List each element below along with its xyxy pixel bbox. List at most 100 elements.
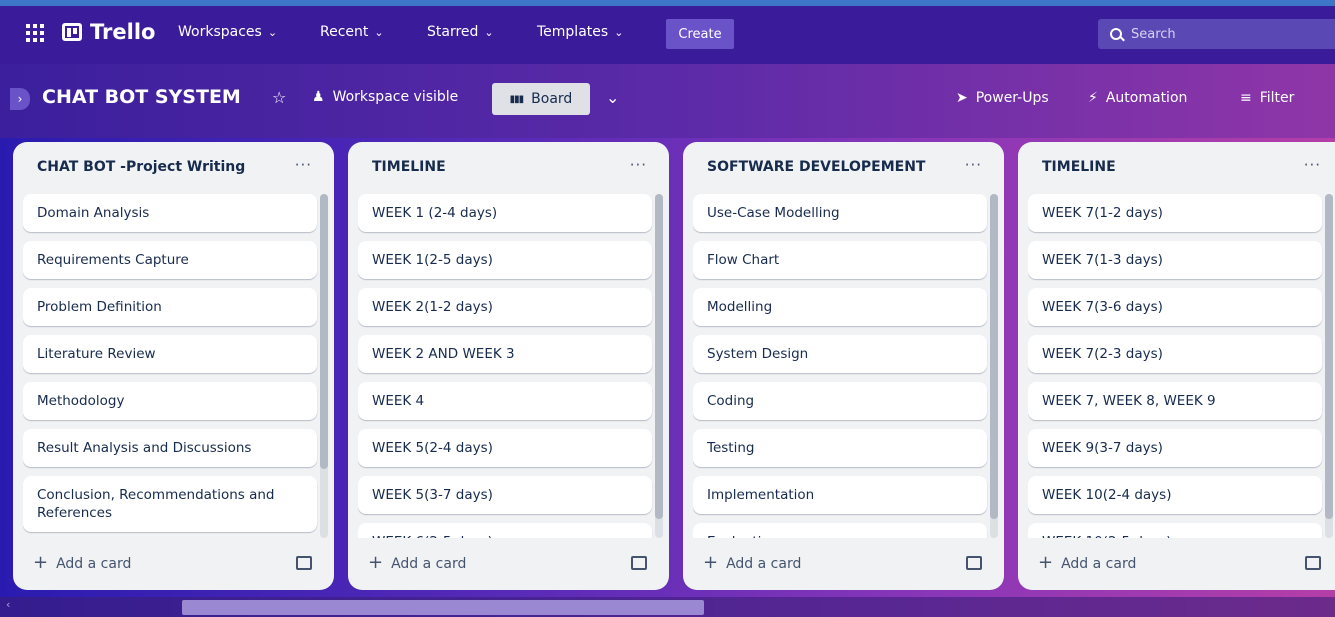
card-template-icon[interactable]	[631, 556, 647, 570]
card[interactable]: Problem Definition	[23, 288, 317, 326]
card[interactable]: Requirements Capture	[23, 241, 317, 279]
card[interactable]: Result Analysis and Discussions	[23, 429, 317, 467]
scrollbar-thumb[interactable]	[1325, 194, 1333, 519]
chevron-down-icon: ⌄	[267, 26, 278, 39]
list-scrollbar[interactable]	[655, 194, 663, 538]
card[interactable]: Testing	[693, 429, 987, 467]
add-card-label: Add a card	[56, 556, 132, 572]
board-view-label: Board	[531, 91, 573, 107]
power-ups-button[interactable]: ➤ Power-Ups	[956, 90, 1049, 106]
card[interactable]: WEEK 7(2-3 days)	[1028, 335, 1322, 373]
chevron-down-icon: ⌄	[374, 26, 384, 39]
card[interactable]: Conclusion, Recommendations and Referenc…	[23, 476, 317, 532]
people-icon: ♟	[312, 89, 325, 105]
card[interactable]: WEEK 10(2-5 days)	[1028, 523, 1322, 538]
search-placeholder: Search	[1131, 26, 1176, 42]
card-container: Domain Analysis Requirements Capture Pro…	[23, 194, 323, 538]
plus-icon: +	[703, 552, 719, 573]
plus-icon: +	[1038, 552, 1054, 573]
create-button[interactable]: Create	[666, 19, 734, 49]
workspace-visible-label: Workspace visible	[332, 89, 459, 105]
horizontal-scrollbar-thumb[interactable]	[182, 600, 704, 615]
list-scrollbar[interactable]	[320, 194, 328, 538]
card[interactable]: WEEK 5(3-7 days)	[358, 476, 652, 514]
card[interactable]: Implementation	[693, 476, 987, 514]
star-icon[interactable]: ☆	[272, 88, 286, 107]
card-template-icon[interactable]	[966, 556, 982, 570]
add-card-button[interactable]: + Add a card	[368, 552, 466, 573]
card[interactable]: WEEK 7, WEEK 8, WEEK 9	[1028, 382, 1322, 420]
nav-recent-label: Recent	[320, 24, 369, 40]
more-options-icon[interactable]: ···	[630, 156, 647, 174]
add-card-button[interactable]: + Add a card	[703, 552, 801, 573]
board-horizontal-scrollbar[interactable]: ‹	[0, 597, 1335, 617]
nav-starred-label: Starred	[427, 24, 479, 40]
nav-templates[interactable]: Templates ⌄	[537, 24, 623, 40]
add-card-label: Add a card	[1061, 556, 1137, 572]
list-software-development: SOFTWARE DEVELOPEMENT ··· Use-Case Model…	[683, 142, 1004, 590]
filter-button[interactable]: ≡ Filter	[1240, 90, 1294, 106]
card[interactable]: WEEK 7(1-2 days)	[1028, 194, 1322, 232]
card[interactable]: WEEK 2(1-2 days)	[358, 288, 652, 326]
card[interactable]: WEEK 1(2-5 days)	[358, 241, 652, 279]
card[interactable]: WEEK 9(3-7 days)	[1028, 429, 1322, 467]
list-title[interactable]: TIMELINE	[1042, 159, 1116, 175]
board-title[interactable]: CHAT BOT SYSTEM	[42, 86, 241, 108]
board-header: › CHAT BOT SYSTEM ☆ ♟ Workspace visible ▮…	[0, 64, 1335, 138]
list-title[interactable]: TIMELINE	[372, 159, 446, 175]
add-card-button[interactable]: + Add a card	[33, 552, 131, 573]
expand-sidebar-button[interactable]: ›	[10, 88, 30, 110]
card-container: WEEK 1 (2-4 days) WEEK 1(2-5 days) WEEK …	[358, 194, 658, 538]
card[interactable]: Domain Analysis	[23, 194, 317, 232]
board-view-button[interactable]: ▮▮▮ Board	[492, 83, 590, 115]
nav-workspaces[interactable]: Workspaces ⌄	[178, 24, 277, 40]
chevron-down-icon: ⌄	[614, 26, 624, 39]
card[interactable]: WEEK 10(2-4 days)	[1028, 476, 1322, 514]
automation-button[interactable]: ⚡ Automation	[1088, 90, 1187, 106]
workspace-visible-button[interactable]: ♟ Workspace visible	[312, 89, 458, 105]
scroll-left-icon[interactable]: ‹	[6, 598, 10, 611]
nav-recent[interactable]: Recent ⌄	[320, 24, 384, 40]
more-options-icon[interactable]: ···	[1304, 156, 1321, 174]
add-card-button[interactable]: + Add a card	[1038, 552, 1136, 573]
card[interactable]: Flow Chart	[693, 241, 987, 279]
filter-icon: ≡	[1240, 90, 1252, 106]
card-template-icon[interactable]	[1305, 556, 1321, 570]
list-title[interactable]: CHAT BOT -Project Writing	[37, 159, 245, 175]
lightning-icon: ⚡	[1088, 90, 1098, 106]
app-switcher-icon[interactable]	[26, 24, 44, 42]
rocket-icon: ➤	[956, 90, 968, 106]
nav-starred[interactable]: Starred ⌄	[427, 24, 494, 40]
list-title[interactable]: SOFTWARE DEVELOPEMENT	[707, 159, 925, 175]
list-scrollbar[interactable]	[1325, 194, 1333, 538]
scrollbar-thumb[interactable]	[320, 194, 328, 469]
card[interactable]: WEEK 7(3-6 days)	[1028, 288, 1322, 326]
view-switcher-chevron-icon[interactable]: ⌄	[606, 88, 619, 107]
scrollbar-thumb[interactable]	[655, 194, 663, 519]
search-input[interactable]: Search	[1098, 19, 1335, 49]
card[interactable]: Literature Review	[23, 335, 317, 373]
trello-logo[interactable]: Trello	[62, 20, 155, 44]
more-options-icon[interactable]: ···	[965, 156, 982, 174]
add-card-label: Add a card	[391, 556, 467, 572]
card[interactable]: System Design	[693, 335, 987, 373]
plus-icon: +	[368, 552, 384, 573]
board-lists: CHAT BOT -Project Writing ··· Domain Ana…	[0, 142, 1335, 597]
card-container: WEEK 7(1-2 days) WEEK 7(1-3 days) WEEK 7…	[1028, 194, 1328, 538]
card[interactable]: WEEK 6(2-5 days)	[358, 523, 652, 538]
scrollbar-thumb[interactable]	[990, 194, 998, 519]
card[interactable]: Methodology	[23, 382, 317, 420]
card[interactable]: Evaluation	[693, 523, 987, 538]
card[interactable]: Modelling	[693, 288, 987, 326]
power-ups-label: Power-Ups	[975, 90, 1049, 106]
card[interactable]: WEEK 5(2-4 days)	[358, 429, 652, 467]
more-options-icon[interactable]: ···	[295, 156, 312, 174]
card[interactable]: WEEK 2 AND WEEK 3	[358, 335, 652, 373]
card[interactable]: WEEK 7(1-3 days)	[1028, 241, 1322, 279]
card-template-icon[interactable]	[296, 556, 312, 570]
card[interactable]: WEEK 4	[358, 382, 652, 420]
card[interactable]: Coding	[693, 382, 987, 420]
list-scrollbar[interactable]	[990, 194, 998, 538]
card[interactable]: WEEK 1 (2-4 days)	[358, 194, 652, 232]
card[interactable]: Use-Case Modelling	[693, 194, 987, 232]
